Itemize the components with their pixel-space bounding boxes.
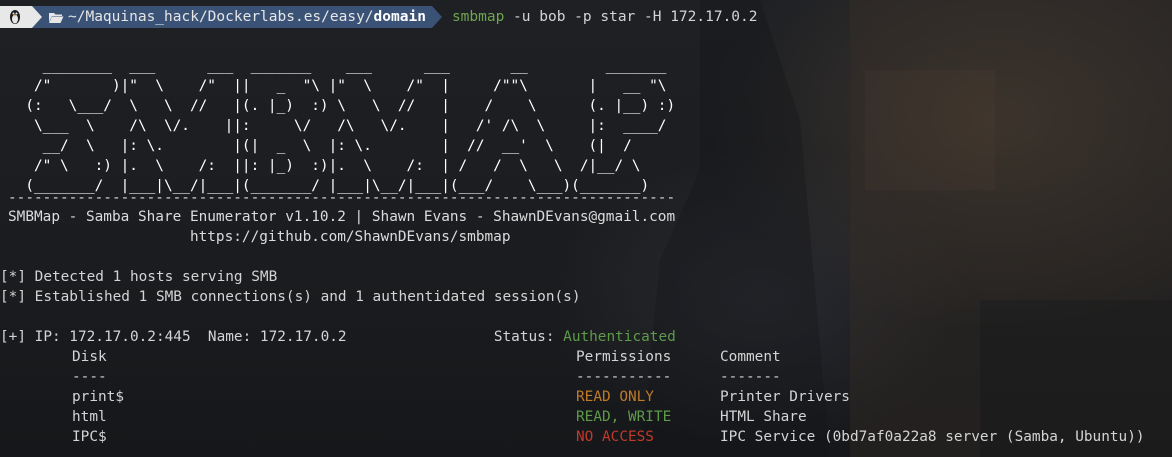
linux-tux-icon	[10, 10, 20, 24]
shell-prompt: ~/Maquinas_hack/Dockerlabs.es/easy/domai…	[0, 6, 758, 28]
banner-line: (: \___/ \ \ // |(. |_) :) \ \ // | / \ …	[8, 98, 676, 114]
column-disk-underline: ----	[72, 369, 107, 385]
share-name: IPC$	[72, 429, 107, 445]
command-line: smbmap -u bob -p star -H 172.17.0.2	[452, 9, 758, 25]
command-program: smbmap	[451, 9, 505, 25]
host-info: [+] IP: 172.17.0.2:445 Name: 172.17.0.2 …	[0, 329, 564, 345]
share-comment: IPC Service (0bd7af0a22a8 server (Samba,…	[720, 429, 1145, 445]
share-permission: READ, WRITE	[576, 409, 672, 425]
column-comment-header: Comment	[720, 349, 781, 365]
banner-line: /" )|" \ /" || _ "\ |" \ /" | /""\ | __ …	[8, 78, 667, 94]
separator-line: ----------------------------------------…	[8, 190, 676, 206]
status-detected: [*] Detected 1 hosts serving SMB	[0, 269, 278, 285]
prompt-end-arrow	[431, 6, 442, 28]
smbmap-header: SMBMap - Samba Share Enumerator v1.10.2 …	[8, 209, 676, 225]
banner-line: ________ ___ ___ _______ ___ ___ __ ____…	[8, 58, 667, 74]
prompt-os-segment	[0, 6, 32, 28]
share-comment: HTML Share	[720, 409, 807, 425]
command-args: -u bob -p star -H 172.17.0.2	[504, 9, 758, 25]
prompt-path-segment: ~/Maquinas_hack/Dockerlabs.es/easy/domai…	[42, 6, 432, 28]
status-established: [*] Established 1 SMB connections(s) and…	[0, 289, 581, 305]
column-disk-header: Disk	[72, 349, 107, 365]
share-name: html	[72, 409, 107, 425]
column-comment-underline: -------	[720, 369, 781, 385]
share-comment: Printer Drivers	[720, 389, 850, 405]
banner-line: __/ \ |: \. |(| _ \ |: \. | // __' \ (| …	[8, 138, 632, 154]
folder-open-icon	[49, 12, 64, 23]
smbmap-url: https://github.com/ShawnDEvans/smbmap	[8, 229, 511, 245]
terminal-window: ~/Maquinas_hack/Dockerlabs.es/easy/domai…	[0, 0, 1172, 457]
auth-status: Authenticated	[563, 329, 676, 345]
column-permissions-underline: -----------	[576, 369, 672, 385]
host-line: [+] IP: 172.17.0.2:445 Name: 172.17.0.2 …	[0, 327, 676, 347]
column-permissions-header: Permissions	[576, 349, 672, 365]
banner-line: \___ \ /\ \/. ||: \/ /\ \/. | /' /\ \ |:…	[8, 118, 667, 134]
share-permission: READ ONLY	[576, 389, 654, 405]
share-name: print$	[72, 389, 124, 405]
share-permission: NO ACCESS	[576, 429, 654, 445]
banner-line: /" \ :) |. \ /: ||: |_) :)|. \ /: | / / …	[8, 158, 641, 174]
prompt-separator-arrow	[32, 6, 42, 28]
prompt-path-prefix: ~/Maquinas_hack/Dockerlabs.es/easy/	[68, 9, 374, 25]
prompt-current-directory: domain	[373, 9, 426, 25]
